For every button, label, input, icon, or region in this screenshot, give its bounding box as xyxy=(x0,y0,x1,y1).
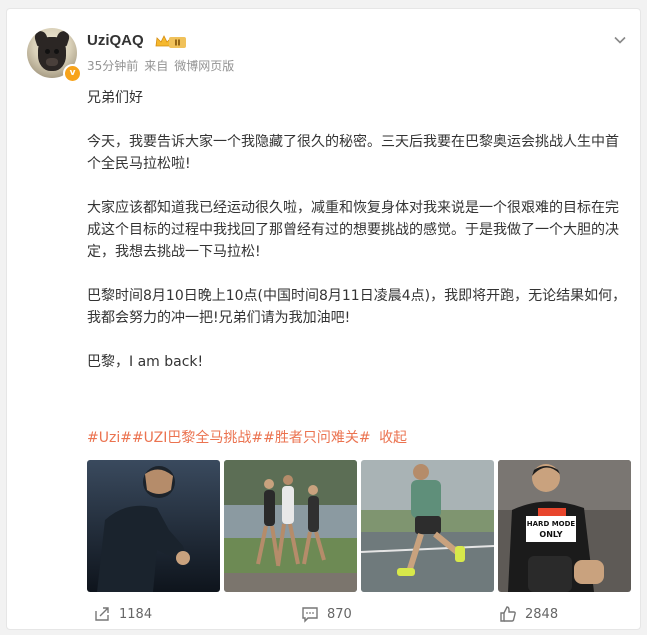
hashtag-link[interactable]: #Uzi# xyxy=(87,430,132,446)
repost-count: 1184 xyxy=(119,606,153,622)
share-icon xyxy=(95,607,109,621)
comment-count: 870 xyxy=(327,606,352,622)
source-prefix: 来自 xyxy=(144,59,169,73)
post-paragraph: 今天，我要告诉大家一个我隐藏了很久的秘密。三天后我要在巴黎奥运会挑战人生中首个全… xyxy=(87,134,619,172)
comment-button[interactable]: 870 xyxy=(301,603,352,625)
photo-thumbnail-group-run[interactable] xyxy=(224,460,357,592)
collapse-link[interactable]: 收起 xyxy=(379,430,407,446)
post-actions: 1184 870 2848 xyxy=(7,599,642,629)
post-paragraph: 巴黎，I am back! xyxy=(87,354,204,370)
hashtag-link[interactable]: #UZI巴黎全马挑战# xyxy=(132,430,263,446)
photo-thumbnail-running-motion[interactable] xyxy=(361,460,494,592)
avatar-dog-muzzle xyxy=(46,58,58,66)
shirt-text-line-1: HARD MODE xyxy=(527,520,576,528)
hashtag-link[interactable]: #胜者只问难关# xyxy=(263,430,370,446)
post-paragraph: 巴黎时间8月10日晚上10点(中国时间8月11日凌晨4点)，我即将开跑，无论结果… xyxy=(87,288,627,326)
like-count: 2848 xyxy=(525,606,559,622)
chevron-down-icon[interactable] xyxy=(613,33,627,47)
page: v UziQAQ II 35分钟前 来自 微博网页版 兄弟们好 今天，我要告诉大家一… xyxy=(0,0,647,635)
like-button[interactable]: 2848 xyxy=(499,603,558,625)
avatar-dog-eye-right xyxy=(54,49,59,54)
photo-grid: HARD MODE ONLY xyxy=(87,460,632,592)
photo-thumbnail-hardmode-shirt[interactable]: HARD MODE ONLY xyxy=(498,460,631,592)
comment-icon xyxy=(302,607,318,623)
post-paragraph: 兄弟们好 xyxy=(87,90,143,106)
repost-button[interactable]: 1184 xyxy=(93,603,152,625)
username[interactable]: UziQAQ xyxy=(87,32,144,49)
post-content: 兄弟们好 今天，我要告诉大家一个我隐藏了很久的秘密。三天后我要在巴黎奥运会挑战人… xyxy=(87,87,627,395)
weibo-post-card: v UziQAQ II 35分钟前 来自 微博网页版 兄弟们好 今天，我要告诉大家一… xyxy=(6,8,641,630)
like-icon xyxy=(500,606,516,622)
shirt-text-line-2: ONLY xyxy=(539,530,562,539)
post-tags: #Uzi##UZI巴黎全马挑战##胜者只问难关# 收起 xyxy=(87,427,407,449)
verified-icon: v xyxy=(63,64,82,83)
avatar-dog-eye-left xyxy=(45,49,50,54)
post-meta: 35分钟前 来自 微博网页版 xyxy=(87,57,240,74)
post-paragraph: 大家应该都知道我已经运动很久啦，减重和恢复身体对我来说是一个很艰难的目标在完成这… xyxy=(87,200,619,260)
photo-thumbnail-runner-night[interactable] xyxy=(87,460,220,592)
post-source: 微博网页版 xyxy=(174,59,235,73)
post-time[interactable]: 35分钟前 xyxy=(87,59,138,73)
badge-level-label: II xyxy=(175,39,181,48)
crown-badge-icon[interactable]: II xyxy=(154,34,188,50)
